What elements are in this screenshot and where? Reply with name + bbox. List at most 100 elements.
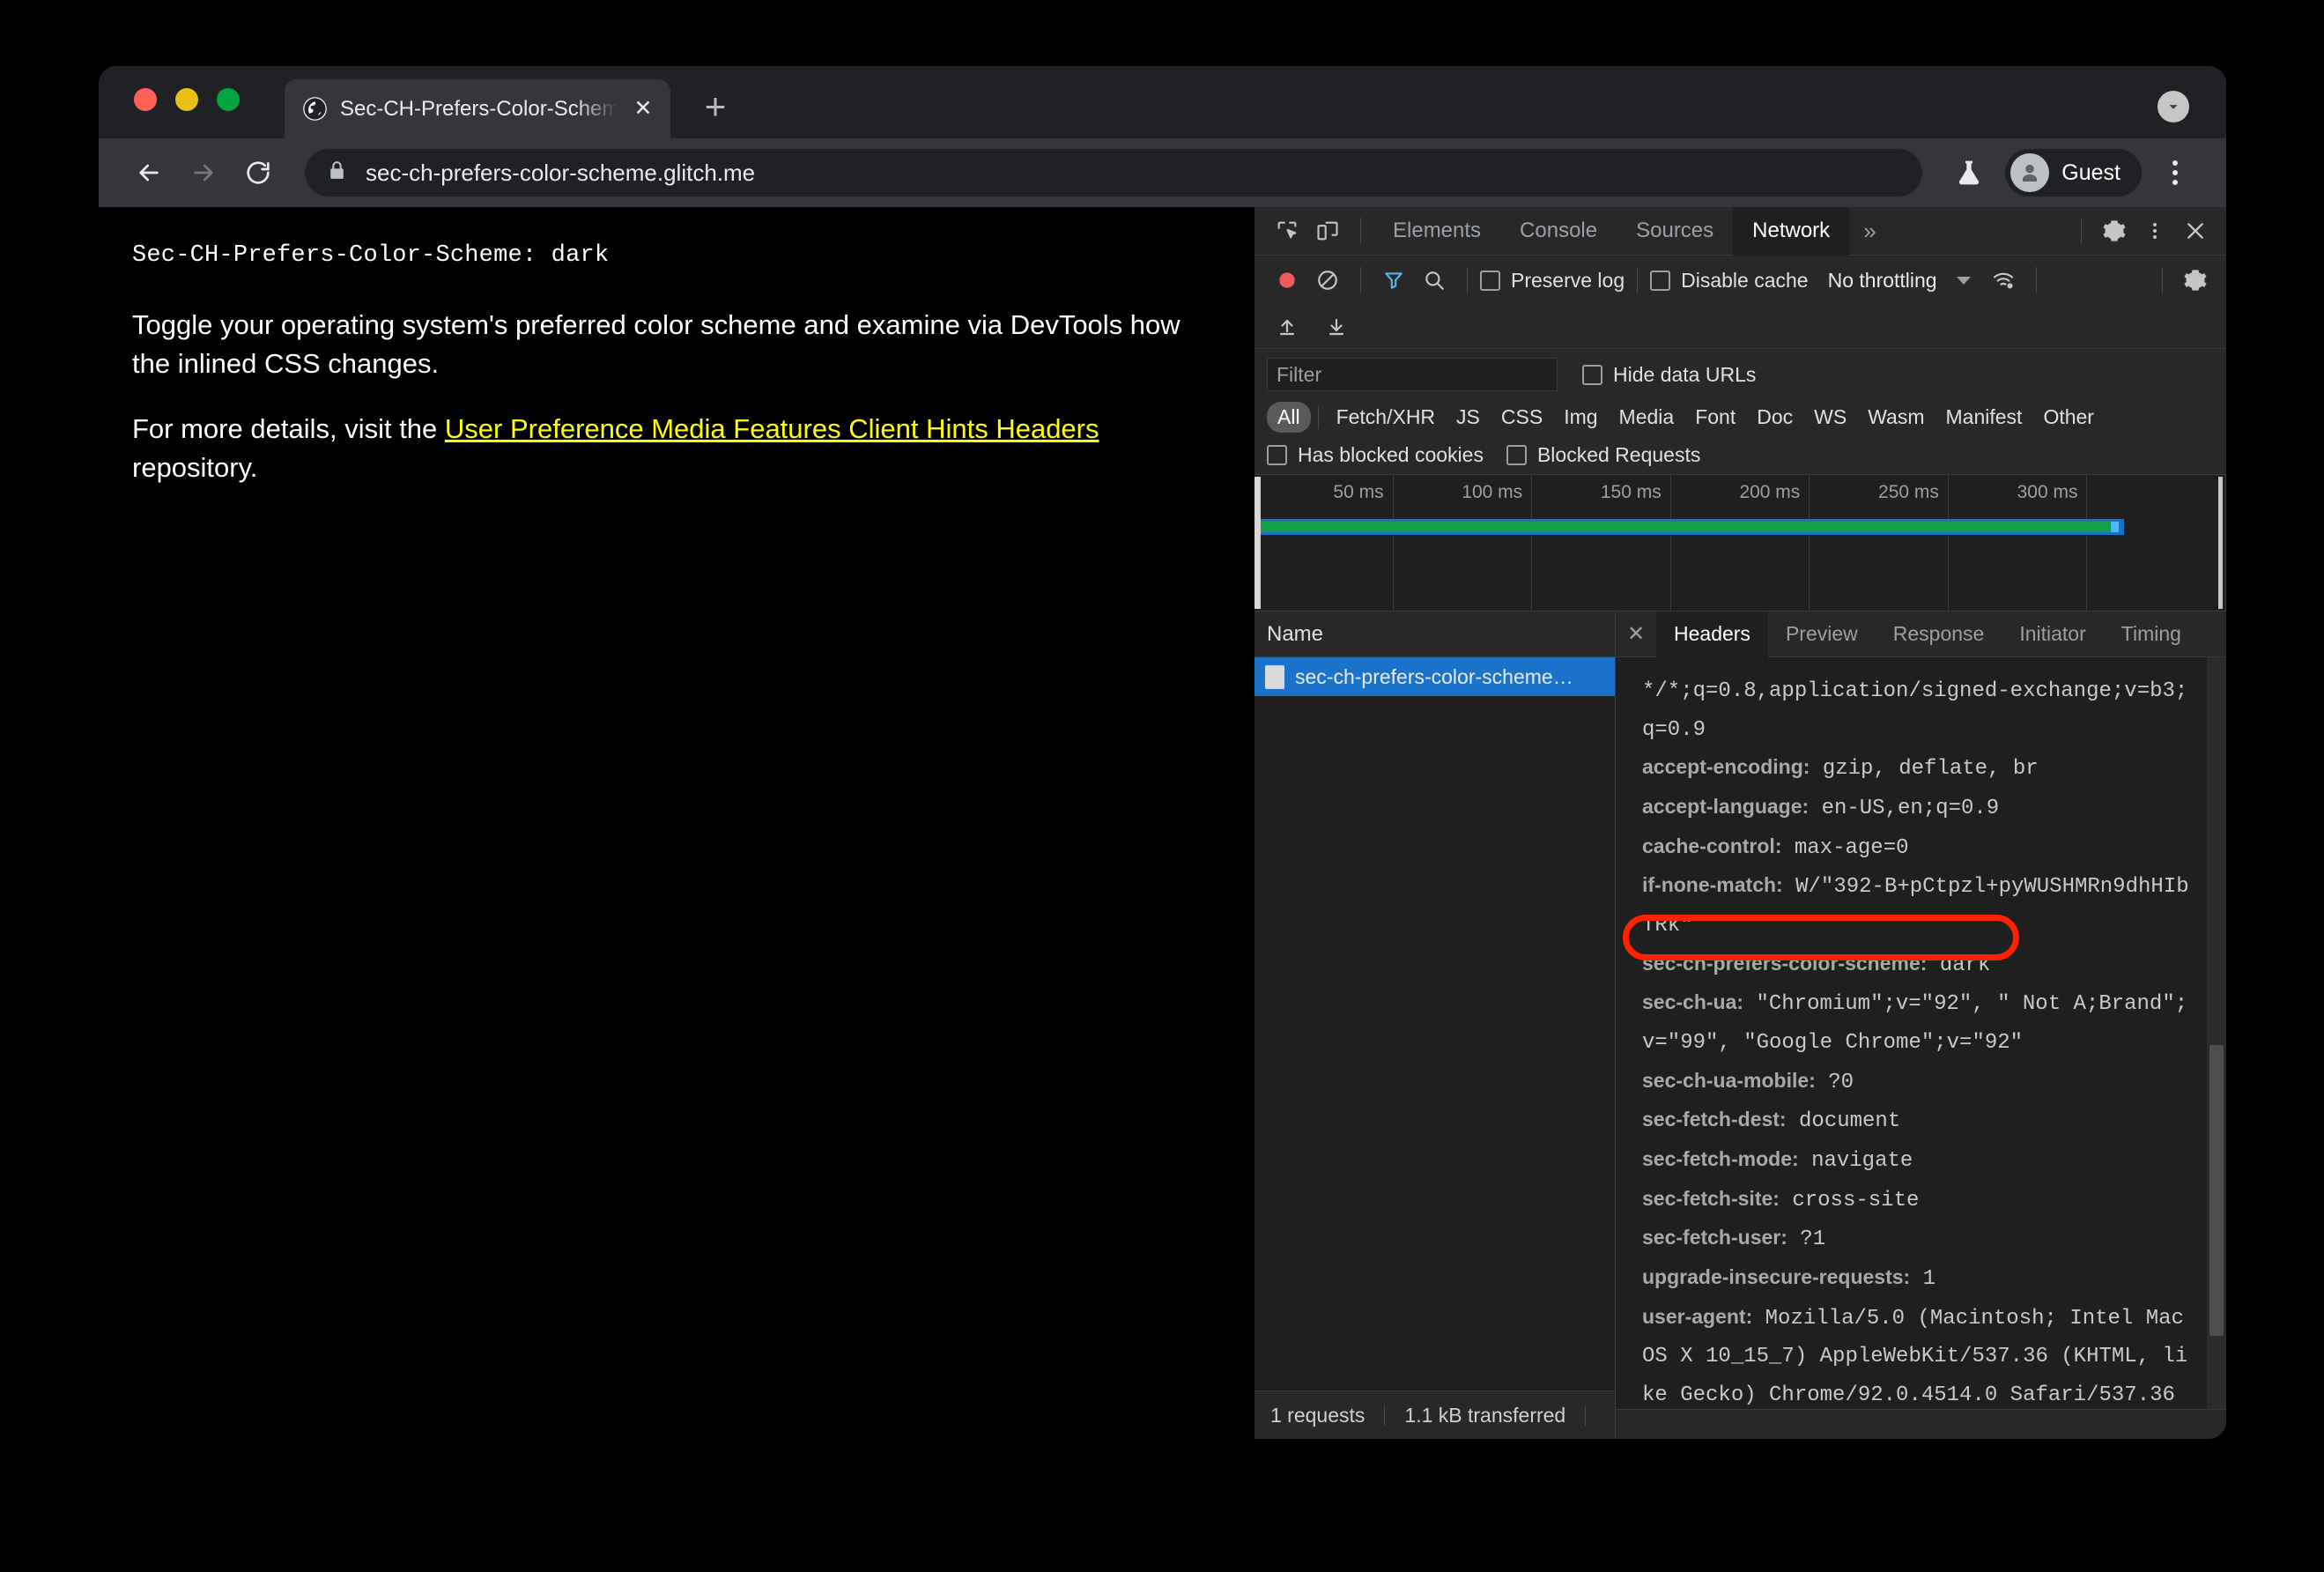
header-row: user-agent: Mozilla/5.0 (Macintosh; Inte…: [1642, 1299, 2200, 1409]
kebab-menu-icon[interactable]: [2135, 211, 2175, 251]
scrollbar-track[interactable]: [2207, 657, 2226, 1409]
divider: [2035, 267, 2037, 293]
divider: [2162, 267, 2163, 293]
browser-tab[interactable]: Sec-CH-Prefers-Color-Scheme ✕: [285, 79, 670, 138]
more-tabs-chevron-icon[interactable]: »: [1849, 207, 1890, 256]
header-key: if-none-match:: [1642, 873, 1783, 897]
kebab-menu-icon[interactable]: [2154, 149, 2196, 196]
preserve-log-checkbox[interactable]: Preserve log: [1480, 269, 1625, 293]
type-filter-font[interactable]: Font: [1684, 402, 1746, 433]
timeline-left-handle[interactable]: [1255, 477, 1261, 609]
header-key: sec-ch-ua:: [1642, 990, 1744, 1014]
repository-link[interactable]: User Preference Media Features Client Hi…: [445, 413, 1099, 444]
request-rows: sec-ch-prefers-color-scheme…: [1255, 657, 1615, 1390]
type-filter-css[interactable]: CSS: [1491, 402, 1553, 433]
header-row: */*;q=0.8,application/signed-exchange;v=…: [1642, 671, 2200, 749]
wifi-settings-icon[interactable]: [1983, 260, 2024, 300]
request-detail-pane: ✕ Headers Preview Response Initiator Tim…: [1616, 611, 2226, 1439]
close-detail-icon[interactable]: ✕: [1616, 612, 1656, 657]
tab-search-chevron-down-icon[interactable]: [2157, 91, 2189, 122]
type-filter-all[interactable]: All: [1267, 402, 1311, 433]
profile-button[interactable]: Guest: [2005, 149, 2142, 196]
throttling-select[interactable]: No throttling: [1828, 269, 1971, 293]
divider: [2081, 218, 2082, 244]
tab-timing[interactable]: Timing: [2104, 612, 2199, 657]
device-toolbar-icon[interactable]: [1307, 211, 1348, 251]
header-key: sec-ch-prefers-color-scheme:: [1642, 951, 1928, 975]
request-list-column-header[interactable]: Name: [1255, 612, 1615, 657]
type-filter-img[interactable]: Img: [1553, 402, 1608, 433]
header-value: gzip, deflate, br: [1822, 757, 2039, 782]
header-row-highlighted: sec-ch-prefers-color-scheme: dark: [1642, 945, 2200, 985]
close-tab-button[interactable]: ✕: [630, 96, 656, 122]
reload-button[interactable]: [231, 145, 285, 200]
header-value: cross-site: [1792, 1188, 1920, 1212]
disable-cache-checkbox[interactable]: Disable cache: [1650, 269, 1809, 293]
tab-preview[interactable]: Preview: [1768, 612, 1876, 657]
minimize-window-button[interactable]: [175, 88, 198, 111]
back-button[interactable]: [122, 145, 176, 200]
header-row: accept-encoding: gzip, deflate, br: [1642, 749, 2200, 789]
type-filter-wasm[interactable]: Wasm: [1857, 402, 1935, 433]
scrollbar-thumb[interactable]: [2209, 1045, 2224, 1336]
tab-initiator[interactable]: Initiator: [2002, 612, 2103, 657]
type-filter-other[interactable]: Other: [2032, 402, 2105, 433]
clear-icon[interactable]: [1307, 260, 1348, 300]
filter-funnel-icon[interactable]: [1373, 260, 1414, 300]
filter-bar: Hide data URLs All Fetch/XHR JS CSS Img …: [1255, 349, 2226, 474]
address-bar[interactable]: sec-ch-prefers-color-scheme.glitch.me: [305, 149, 1923, 196]
close-window-button[interactable]: [134, 88, 157, 111]
timeline-tick-label: 100 ms: [1462, 482, 1523, 502]
upload-arrow-icon[interactable]: [1267, 307, 1307, 347]
type-filter-js[interactable]: JS: [1446, 402, 1491, 433]
tab-response[interactable]: Response: [1876, 612, 2002, 657]
has-blocked-cookies-label: Has blocked cookies: [1298, 443, 1484, 466]
header-value: max-age=0: [1794, 835, 1909, 860]
tab-network[interactable]: Network: [1733, 206, 1850, 256]
checkbox-box: [1480, 270, 1500, 291]
header-value: en-US,en;q=0.9: [1821, 797, 2000, 821]
maximize-window-button[interactable]: [217, 88, 240, 111]
table-row[interactable]: sec-ch-prefers-color-scheme…: [1255, 657, 1615, 696]
header-key: sec-fetch-dest:: [1642, 1108, 1787, 1131]
header-key: sec-fetch-user:: [1642, 1226, 1787, 1249]
blocked-requests-checkbox[interactable]: Blocked Requests: [1506, 443, 1700, 467]
page-viewport: Sec-CH-Prefers-Color-Scheme: dark Toggle…: [99, 207, 1254, 1439]
type-filter-ws[interactable]: WS: [1803, 402, 1857, 433]
network-settings-gear-icon[interactable]: [2175, 260, 2216, 300]
filter-input[interactable]: [1267, 358, 1558, 391]
type-filter-media[interactable]: Media: [1609, 402, 1685, 433]
type-filter-manifest[interactable]: Manifest: [1935, 402, 2033, 433]
header-key: accept-language:: [1642, 795, 1810, 819]
tab-console[interactable]: Console: [1500, 207, 1617, 256]
timeline-tick-label: 50 ms: [1333, 482, 1384, 502]
header-key: sec-ch-ua-mobile:: [1642, 1068, 1816, 1092]
tab-sources[interactable]: Sources: [1617, 207, 1733, 256]
header-key: cache-control:: [1642, 834, 1782, 857]
header-row: sec-fetch-user: ?1: [1642, 1220, 2200, 1259]
network-split-view: Name sec-ch-prefers-color-scheme… 1 requ…: [1255, 611, 2226, 1439]
hide-data-urls-checkbox[interactable]: Hide data URLs: [1582, 363, 1756, 387]
header-row: sec-ch-ua-mobile: ?0: [1642, 1063, 2200, 1102]
record-icon[interactable]: [1267, 260, 1307, 300]
timeline-right-handle[interactable]: [2218, 477, 2223, 609]
network-status-bar: 1 requests 1.1 kB transferred: [1255, 1390, 1615, 1439]
search-icon[interactable]: [1414, 260, 1454, 300]
type-filter-fetch-xhr[interactable]: Fetch/XHR: [1326, 402, 1446, 433]
network-timeline-overview[interactable]: 50 ms 100 ms 150 ms 200 ms 250 ms 300 ms: [1255, 474, 2226, 611]
inspect-element-icon[interactable]: [1267, 211, 1307, 251]
tab-elements[interactable]: Elements: [1373, 207, 1500, 256]
download-arrow-icon[interactable]: [1316, 307, 1357, 347]
gear-icon[interactable]: [2094, 211, 2135, 251]
new-tab-button[interactable]: +: [695, 86, 736, 127]
devtools-tabbar: Elements Console Sources Network »: [1255, 206, 2226, 256]
timeline-ruler: 50 ms 100 ms 150 ms 200 ms 250 ms 300 ms: [1255, 475, 2226, 611]
profile-label: Guest: [2061, 159, 2120, 185]
close-icon[interactable]: [2175, 211, 2216, 251]
type-filter-doc[interactable]: Doc: [1746, 402, 1803, 433]
tab-headers[interactable]: Headers: [1656, 611, 1768, 657]
flask-icon[interactable]: [1945, 149, 1993, 196]
forward-button[interactable]: [176, 145, 231, 200]
has-blocked-cookies-checkbox[interactable]: Has blocked cookies: [1267, 443, 1484, 467]
timeline-request-bar-cap: [2111, 522, 2119, 532]
